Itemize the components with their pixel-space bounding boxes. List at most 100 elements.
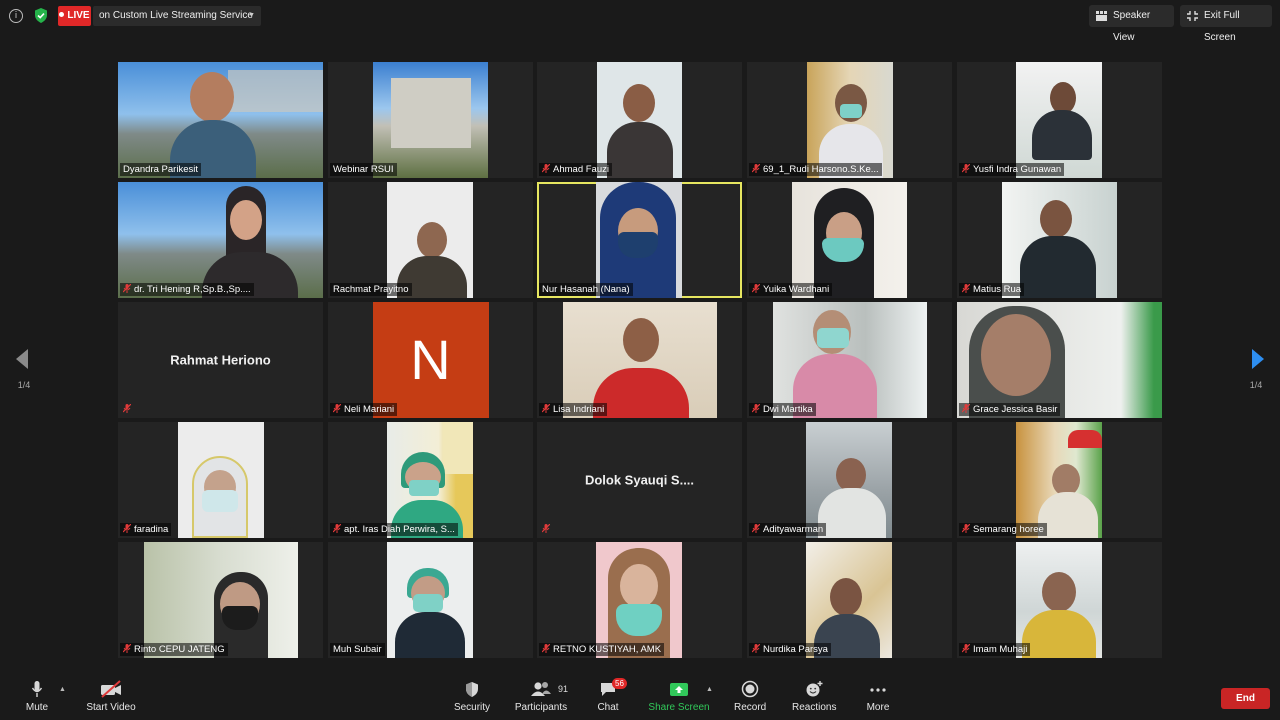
chevron-down-icon: ▼ <box>248 12 255 19</box>
participant-tile[interactable]: Yuika Wardhani <box>747 182 952 298</box>
reactions-smiley-icon <box>806 681 823 697</box>
participants-count: 91 <box>558 684 569 694</box>
participant-tile[interactable]: RETNO KUSTIYAH, AMK <box>537 542 742 658</box>
participant-display-name: Rahmat Heriono <box>170 352 271 368</box>
participant-tile[interactable]: dr. Tri Hening R,Sp.B.,Sp.... <box>118 182 323 298</box>
participant-name: faradina <box>134 524 169 535</box>
participant-video <box>118 182 323 298</box>
participant-tile[interactable]: Rinto CEPU JATENG <box>118 542 323 658</box>
participant-name-bar: Adityawarman <box>749 523 827 536</box>
participant-tile[interactable]: Muh Subair <box>328 542 533 658</box>
participant-name: Lisa Indriani <box>553 404 605 415</box>
participant-tile[interactable]: Grace Jessica Basir <box>957 302 1162 418</box>
participant-video <box>1016 62 1102 178</box>
streaming-service-dropdown[interactable]: on Custom Live Streaming Service ▼ <box>93 6 261 26</box>
participant-tile[interactable]: Dwi Martika <box>747 302 952 418</box>
participant-tile[interactable]: Rachmat Prayitno <box>328 182 533 298</box>
participant-name-bar <box>120 403 137 416</box>
participant-tile[interactable]: 69_1_Rudi Harsono.S.Ke... <box>747 62 952 178</box>
muted-mic-icon <box>752 284 760 293</box>
muted-mic-icon <box>962 524 970 533</box>
start-video-button[interactable]: Start Video <box>84 680 138 713</box>
participant-tile[interactable]: Imam Muhaji <box>957 542 1162 658</box>
participant-name-bar: Rinto CEPU JATENG <box>120 643 228 656</box>
participant-tile[interactable]: Dolok Syauqi S.... <box>537 422 742 538</box>
participant-name-bar: Dyandra Parikesit <box>120 163 201 176</box>
participants-button[interactable]: 91 Participants <box>512 680 570 713</box>
participant-tile[interactable]: Semarang horee <box>957 422 1162 538</box>
participant-name-bar: Grace Jessica Basir <box>959 403 1061 416</box>
participant-video <box>178 422 264 538</box>
muted-mic-icon <box>123 644 131 653</box>
more-button[interactable]: More <box>864 680 892 713</box>
start-video-label: Start Video <box>86 702 136 713</box>
speaker-view-button[interactable]: Speaker View <box>1089 5 1174 43</box>
participant-name-bar: Webinar RSUI <box>330 163 397 176</box>
participant-video <box>1002 182 1117 298</box>
participant-tile[interactable]: Rahmat Heriono <box>118 302 323 418</box>
participant-name: Ahmad Fauzi <box>553 164 609 175</box>
muted-mic-icon <box>752 524 760 533</box>
participant-name-bar: dr. Tri Hening R,Sp.B.,Sp.... <box>120 283 254 296</box>
participant-tile-active-speaker[interactable]: Nur Hasanah (Nana) <box>537 182 742 298</box>
next-page-arrow-icon[interactable] <box>1250 348 1266 370</box>
participants-label: Participants <box>514 702 568 713</box>
participant-display-name: Dolok Syauqi S.... <box>584 472 695 488</box>
muted-mic-icon <box>962 644 970 653</box>
mute-label: Mute <box>25 702 49 713</box>
participant-name-bar: faradina <box>120 523 172 536</box>
reactions-button[interactable]: Reactions <box>792 680 836 713</box>
record-button[interactable]: Record <box>734 680 766 713</box>
participant-name: Adityawarman <box>763 524 824 535</box>
muted-mic-icon <box>333 404 341 413</box>
participant-tile[interactable]: Dyandra Parikesit <box>118 62 323 178</box>
participant-tile[interactable]: apt. Iras Diah Perwira, S... <box>328 422 533 538</box>
participant-tile[interactable]: Adityawarman <box>747 422 952 538</box>
exit-full-screen-button[interactable]: Exit Full Screen <box>1180 5 1272 43</box>
microphone-icon <box>31 681 43 697</box>
participant-tile[interactable]: Nurdika Parsya <box>747 542 952 658</box>
participant-tile[interactable]: Webinar RSUI <box>328 62 533 178</box>
participant-name-bar: Semarang horee <box>959 523 1047 536</box>
participant-tile[interactable]: Yusfi Indra Gunawan <box>957 62 1162 178</box>
participant-tile[interactable]: Lisa Indriani <box>537 302 742 418</box>
muted-mic-icon <box>123 404 131 413</box>
participant-video <box>806 542 892 658</box>
muted-mic-icon <box>962 284 970 293</box>
participant-name: Nurdika Parsya <box>763 644 828 655</box>
mute-button[interactable]: Mute <box>22 680 52 713</box>
participant-name: Neli Mariani <box>344 404 395 415</box>
participant-name-bar: apt. Iras Diah Perwira, S... <box>330 523 458 536</box>
gallery-view: Dyandra Parikesit Webinar RSUI Ahmad Fau… <box>118 62 1162 658</box>
muted-mic-icon <box>542 164 550 173</box>
info-icon[interactable]: i <box>9 9 23 23</box>
record-label: Record <box>734 702 767 713</box>
live-badge[interactable]: LIVE <box>58 6 91 26</box>
end-meeting-button[interactable]: End <box>1221 688 1270 709</box>
chat-button[interactable]: 56 Chat <box>594 678 627 713</box>
video-off-icon <box>101 680 121 698</box>
participant-name-bar: Ahmad Fauzi <box>539 163 612 176</box>
participant-video <box>957 302 1162 418</box>
encryption-shield-icon[interactable] <box>34 8 48 23</box>
page-indicator-left: 1/4 <box>17 380 31 390</box>
participant-name: RETNO KUSTIYAH, AMK <box>553 644 662 655</box>
participant-tile[interactable]: faradina <box>118 422 323 538</box>
participant-name: Imam Muhaji <box>973 644 1028 655</box>
participant-tile[interactable]: Ahmad Fauzi <box>537 62 742 178</box>
participant-tile[interactable]: Matius Rua <box>957 182 1162 298</box>
muted-mic-icon <box>542 404 550 413</box>
share-screen-label: Share Screen <box>648 702 710 713</box>
participant-name: Yusfi Indra Gunawan <box>973 164 1062 175</box>
participant-name-bar: Yusfi Indra Gunawan <box>959 163 1065 176</box>
participant-name: Grace Jessica Basir <box>973 404 1058 415</box>
share-options-caret-icon[interactable]: ▲ <box>706 686 713 693</box>
participant-tile[interactable]: N Neli Mariani <box>328 302 533 418</box>
muted-mic-icon <box>333 524 341 533</box>
participant-name: Dwi Martika <box>763 404 813 415</box>
previous-page-arrow-icon[interactable] <box>14 348 30 370</box>
share-screen-button[interactable]: Share Screen <box>648 680 710 713</box>
participant-name: Muh Subair <box>333 644 382 655</box>
security-button[interactable]: Security <box>452 680 492 713</box>
audio-options-caret-icon[interactable]: ▲ <box>59 686 66 693</box>
